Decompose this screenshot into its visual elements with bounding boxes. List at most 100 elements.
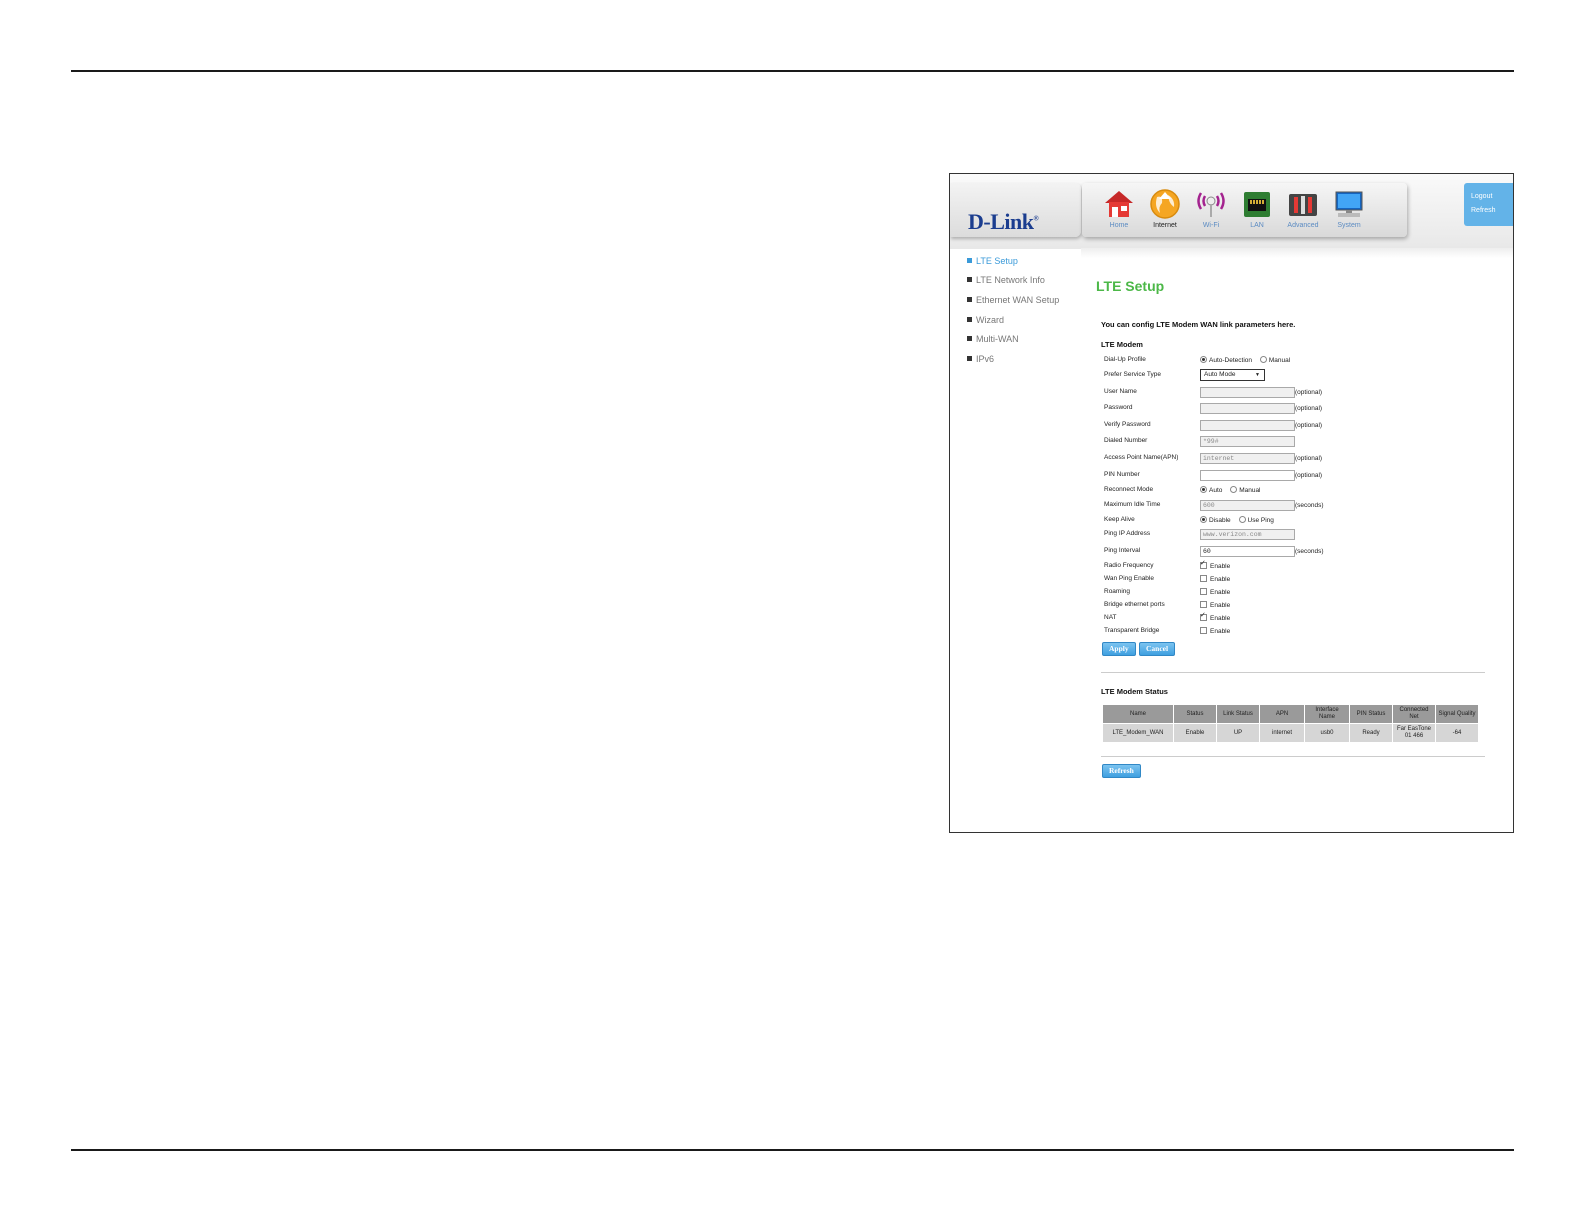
refresh-button[interactable]: Refresh <box>1102 764 1141 778</box>
roaming-option: Enable <box>1200 588 1230 596</box>
optional-note: (optional) <box>1295 405 1323 412</box>
ping-interval-input[interactable]: 60 <box>1200 546 1295 557</box>
prefer-service-select[interactable]: Auto Mode ▼ <box>1200 369 1265 381</box>
radio-auto-detection[interactable] <box>1200 356 1207 363</box>
column-header: APN <box>1259 704 1305 724</box>
logout-link[interactable]: Logout <box>1471 193 1513 200</box>
checkbox-label: Enable <box>1210 576 1231 583</box>
ping-ip-input[interactable]: www.verizon.com <box>1200 529 1295 540</box>
radio-label: Use Ping <box>1247 517 1274 524</box>
max-idle-time-input[interactable]: 600 <box>1200 500 1295 511</box>
refresh-link[interactable]: Refresh <box>1471 207 1513 214</box>
nav-lan-label: LAN <box>1250 222 1264 229</box>
nav-system-label: System <box>1337 222 1361 229</box>
nav-system[interactable]: System <box>1326 187 1372 235</box>
radio-auto[interactable] <box>1200 486 1207 493</box>
nat-checkbox[interactable] <box>1200 611 1207 621</box>
nav-wifi-label: Wi-Fi <box>1202 222 1220 229</box>
sidebar-item-label: LTE Setup <box>976 256 1018 266</box>
password-input[interactable] <box>1200 403 1295 414</box>
nav-home-label: Home <box>1109 222 1129 229</box>
radio-label: Auto-Detection <box>1209 357 1252 364</box>
apn-input[interactable]: internet <box>1200 453 1295 464</box>
sidebar-item-wizard[interactable]: Wizard <box>967 315 1004 325</box>
sidebar-item-ipv6[interactable]: IPv6 <box>967 354 994 364</box>
column-header: Connected Net <box>1392 704 1436 724</box>
radio-frequency-option: Enable <box>1200 559 1230 570</box>
verify-password-label: Verify Password <box>1104 421 1151 428</box>
nav-home[interactable]: Home <box>1096 187 1142 235</box>
page-title: LTE Setup <box>1096 278 1165 294</box>
checkbox-label: Enable <box>1210 602 1231 609</box>
apply-button[interactable]: Apply <box>1102 642 1136 656</box>
max-idle-time-label: Maximum Idle Time <box>1104 501 1161 508</box>
sidebar-item-label: Multi-WAN <box>976 334 1019 344</box>
table-cell: LTE_Modem_WAN <box>1102 723 1174 743</box>
divider <box>1101 756 1485 757</box>
wan-ping-checkbox[interactable] <box>1200 575 1207 582</box>
radio-manual[interactable] <box>1230 486 1238 493</box>
sidebar-item-lte-setup[interactable]: LTE Setup <box>967 256 1018 266</box>
sidebar-item-label: Ethernet WAN Setup <box>976 295 1060 305</box>
table-cell: Far EasTone 01 466 <box>1392 723 1436 743</box>
transparent-bridge-label: Transparent Bridge <box>1104 627 1160 634</box>
sidebar-item-label: Wizard <box>976 315 1005 325</box>
bullet-icon <box>967 277 972 282</box>
nat-option: Enable <box>1200 611 1230 622</box>
nav-lan[interactable]: LAN <box>1234 187 1280 235</box>
sidebar-item-lte-network-info[interactable]: LTE Network Info <box>967 275 1045 285</box>
bridge-ports-checkbox[interactable] <box>1200 601 1207 608</box>
lan-icon <box>1244 192 1270 217</box>
pin-number-input[interactable] <box>1200 470 1295 481</box>
radio-frequency-label: Radio Frequency <box>1104 562 1154 569</box>
table-header-row: Name Status Link Status APN Interface Na… <box>1102 704 1479 724</box>
radio-label: Manual <box>1239 487 1261 494</box>
table-row: LTE_Modem_WAN Enable UP internet usb0 Re… <box>1102 723 1479 743</box>
radio-label: Auto <box>1209 487 1223 494</box>
pin-number-label: PIN Number <box>1104 471 1140 478</box>
sidebar-item-multi-wan[interactable]: Multi-WAN <box>967 334 1019 344</box>
nav-wifi[interactable]: Wi-Fi <box>1188 187 1234 235</box>
nav-internet[interactable]: Internet <box>1142 187 1188 235</box>
main-nav: Home Internet Wi-Fi LAN Advanced System <box>1082 183 1407 237</box>
globe-icon <box>1150 189 1180 219</box>
dialup-profile-radios: Auto-Detection Manual <box>1200 356 1296 364</box>
keep-alive-radios: Disable Use Ping <box>1200 516 1280 524</box>
bullet-icon <box>967 297 972 302</box>
verify-password-input[interactable] <box>1200 420 1295 431</box>
tools-icon <box>1289 194 1317 216</box>
nav-advanced[interactable]: Advanced <box>1280 187 1326 235</box>
radio-frequency-checkbox[interactable] <box>1200 559 1207 569</box>
column-header: PIN Status <box>1349 704 1393 724</box>
dialed-number-input[interactable]: *99# <box>1200 436 1295 447</box>
section-title-modem-status: LTE Modem Status <box>1101 687 1168 696</box>
utility-panel: Logout Refresh <box>1464 183 1513 226</box>
keep-alive-label: Keep Alive <box>1104 516 1135 523</box>
radio-manual[interactable] <box>1259 356 1267 363</box>
sidebar-item-label: IPv6 <box>976 354 995 364</box>
column-header: Link Status <box>1216 704 1260 724</box>
user-name-input[interactable] <box>1200 387 1295 398</box>
password-label: Password <box>1104 404 1133 411</box>
dialed-number-label: Dialed Number <box>1104 437 1148 444</box>
optional-note: (optional) <box>1295 422 1323 429</box>
wan-ping-label: Wan Ping Enable <box>1104 575 1154 582</box>
checkbox-label: Enable <box>1210 628 1231 635</box>
roaming-label: Roaming <box>1104 588 1131 595</box>
radio-disable[interactable] <box>1200 516 1207 523</box>
column-header: Name <box>1102 704 1174 724</box>
user-name-label: User Name <box>1104 388 1137 395</box>
bullet-icon <box>967 356 972 361</box>
bridge-ports-label: Bridge ethernet ports <box>1104 601 1165 608</box>
column-header: Interface Name <box>1304 704 1350 724</box>
radio-label: Manual <box>1268 357 1291 364</box>
seconds-note: (seconds) <box>1295 548 1324 555</box>
cancel-button[interactable]: Cancel <box>1139 642 1176 656</box>
sidebar-item-ethernet-wan-setup[interactable]: Ethernet WAN Setup <box>967 295 1059 305</box>
dialup-profile-label: Dial-Up Profile <box>1104 356 1146 363</box>
radio-use-ping[interactable] <box>1238 516 1246 523</box>
roaming-checkbox[interactable] <box>1200 588 1207 595</box>
seconds-note: (seconds) <box>1295 502 1324 509</box>
dropdown-arrow-icon: ▼ <box>1255 372 1260 378</box>
transparent-bridge-checkbox[interactable] <box>1200 627 1207 634</box>
